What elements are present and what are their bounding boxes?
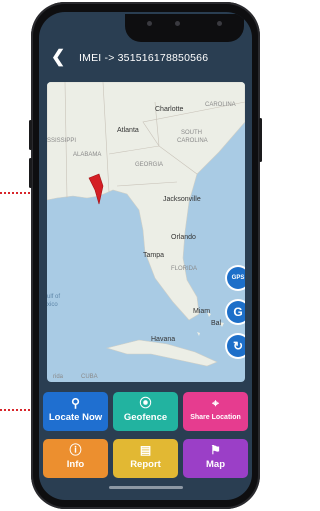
map-label: Map [206,459,225,470]
info-label: Info [66,459,85,470]
share-location-icon: ⌖ [212,396,219,410]
google-icon: G [233,305,243,319]
label-alabama: ALABAMA [73,152,102,158]
map-view[interactable]: Charlotte CAROLINA Atlanta SOUTH CAROLIN… [47,82,245,382]
info-button[interactable]: ⓘ Info [43,439,108,478]
geofence-icon: ⦿ [139,396,152,410]
action-grid: ⚲ Locate Now ⦿ Geofence ⌖ Share Location… [43,392,248,486]
label-georgia: GEORGIA [135,162,164,168]
volume-button [29,120,32,150]
label-bal: Bal [211,320,222,327]
us-landmass [47,82,245,321]
label-miami: Miam [193,308,211,315]
label-cuba: CUBA [81,374,98,380]
geofence-button[interactable]: ⦿ Geofence [113,392,178,431]
label-gulf-2: xico [47,302,58,308]
cuba-island [105,339,218,367]
chevron-left-icon[interactable]: ❮ [51,47,65,67]
share-location-button[interactable]: ⌖ Share Location [183,392,248,431]
info-icon: ⓘ [69,443,82,457]
geofence-label: Geofence [123,412,168,423]
app-screen: ❮ IMEI -> 351516178850566 Charlotte CARO… [39,12,252,500]
camera-dot [147,21,152,26]
label-orlando: Orlando [171,234,196,241]
sensor-dot [175,21,180,26]
report-label: Report [130,459,161,470]
label-gulf-1: ulf of [47,294,61,300]
label-havana: Havana [151,336,176,343]
label-jacksonville: Jacksonville [163,196,201,203]
gps-button[interactable]: GPS [227,267,245,289]
map-canvas [47,82,245,367]
label-merida: rida [53,374,64,380]
locate-now-label: Locate Now [48,412,103,423]
imei-title: IMEI -> 351516178850566 [79,52,209,64]
map-button[interactable]: ⚑ Map [183,439,248,478]
google-button[interactable]: G [227,301,245,323]
label-carolina-s: CAROLINA [177,138,208,144]
label-carolina-ne: CAROLINA [205,102,236,108]
app-header: ❮ IMEI -> 351516178850566 [39,42,252,76]
label-florida: FLORIDA [171,266,198,272]
report-icon: ▤ [139,443,152,457]
power-button [259,118,262,162]
label-charlotte: Charlotte [155,106,184,113]
label-tampa: Tampa [143,252,165,259]
refresh-icon: ↻ [232,339,244,353]
home-indicator[interactable] [109,486,183,489]
volume-button-2 [29,158,32,188]
label-atlanta: Atlanta [117,127,139,134]
locate-pin-icon: ⚲ [71,396,80,410]
gps-icon: GPS [231,275,245,281]
map-icon: ⚑ [210,443,221,457]
phone-notch [125,14,244,42]
label-south: SOUTH [181,130,202,136]
refresh-button[interactable]: ↻ [227,335,245,357]
report-button[interactable]: ▤ Report [113,439,178,478]
locate-now-button[interactable]: ⚲ Locate Now [43,392,108,431]
sensor-dot-2 [217,21,222,26]
label-mississippi: SSISSIPPI [47,138,77,144]
share-location-label: Share Location [190,414,241,421]
